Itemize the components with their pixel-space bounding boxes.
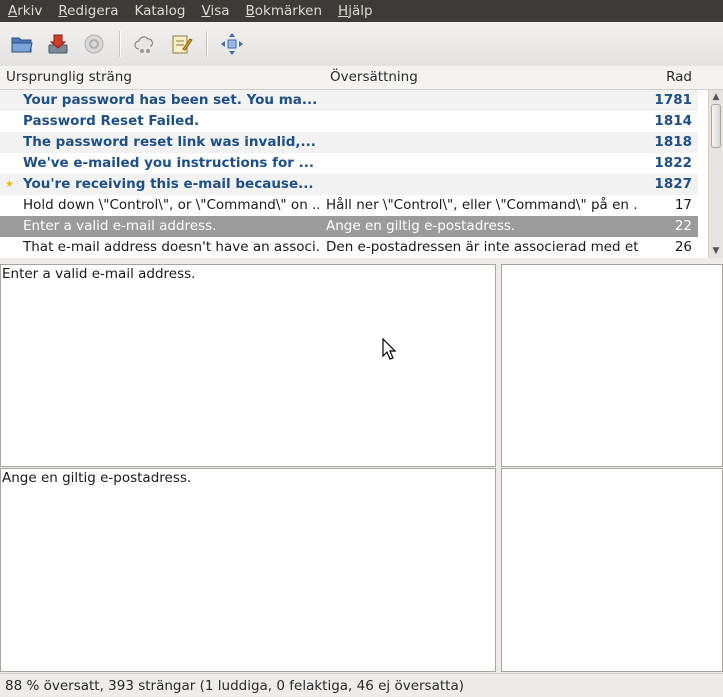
menu-arkiv[interactable]: Arkiv <box>0 0 50 22</box>
bookmark-star-icon: ★ <box>5 179 14 190</box>
string-list[interactable]: Your password has been set. You ma... 17… <box>0 90 708 258</box>
toolbar <box>0 22 723 66</box>
source-text-view[interactable]: Enter a valid e-mail address. <box>0 264 496 467</box>
toolbar-separator <box>119 31 120 57</box>
menubar: Arkiv Redigera Katalog Visa Bokmärken Hj… <box>0 0 723 22</box>
folder-open-icon <box>11 37 33 53</box>
fit-arrows-icon <box>221 33 243 55</box>
table-row[interactable]: Your password has been set. You ma... 17… <box>0 90 698 111</box>
column-translation[interactable]: Översättning <box>330 69 418 85</box>
menu-hjalp[interactable]: Hjälp <box>330 0 381 22</box>
list-scrollbar[interactable]: ▲ ▼ <box>708 90 723 258</box>
table-row[interactable]: ★ You're receiving this e-mail because..… <box>0 174 698 195</box>
table-row[interactable]: Password Reset Failed. 1814 <box>0 111 698 132</box>
column-line[interactable]: Rad <box>666 69 692 85</box>
cloud-icon <box>134 36 153 53</box>
toolbar-separator <box>206 31 207 57</box>
cloud-button[interactable] <box>130 29 160 59</box>
update-icon <box>84 34 104 54</box>
edit-notes-icon <box>172 35 193 54</box>
column-source[interactable]: Ursprunglig sträng <box>6 69 132 85</box>
edit-button[interactable] <box>166 29 196 59</box>
menu-katalog[interactable]: Katalog <box>126 0 193 22</box>
scroll-thumb[interactable] <box>711 104 721 148</box>
list-header: Ursprunglig sträng Översättning Rad <box>0 66 723 90</box>
side-panel-top <box>501 264 723 467</box>
open-button[interactable] <box>7 29 37 59</box>
table-row-selected[interactable]: Enter a valid e-mail address. Ange en gi… <box>0 216 698 237</box>
table-row[interactable]: The password reset link was invalid,... … <box>0 132 698 153</box>
menu-redigera[interactable]: Redigera <box>50 0 126 22</box>
table-row[interactable]: That e-mail address doesn't have an asso… <box>0 237 698 258</box>
scroll-up-icon[interactable]: ▲ <box>711 91 721 103</box>
update-button <box>79 29 109 59</box>
status-text: 88 % översatt, 393 strängar (1 luddiga, … <box>5 678 464 694</box>
translation-text-editor[interactable]: Ange en giltig e-postadress. <box>0 468 496 672</box>
side-panel-bottom <box>501 468 723 672</box>
menu-bokmarken[interactable]: Bokmärken <box>238 0 331 22</box>
download-save-icon <box>48 34 68 54</box>
table-row[interactable]: We've e-mailed you instructions for ... … <box>0 153 698 174</box>
scroll-down-icon[interactable]: ▼ <box>711 245 721 257</box>
status-bar: 88 % översatt, 393 strängar (1 luddiga, … <box>0 673 723 697</box>
table-row[interactable]: Hold down \"Control\", or \"Command\" on… <box>0 195 698 216</box>
menu-visa[interactable]: Visa <box>194 0 238 22</box>
fit-button[interactable] <box>217 29 247 59</box>
mouse-cursor-icon <box>382 338 396 360</box>
save-button[interactable] <box>43 29 73 59</box>
